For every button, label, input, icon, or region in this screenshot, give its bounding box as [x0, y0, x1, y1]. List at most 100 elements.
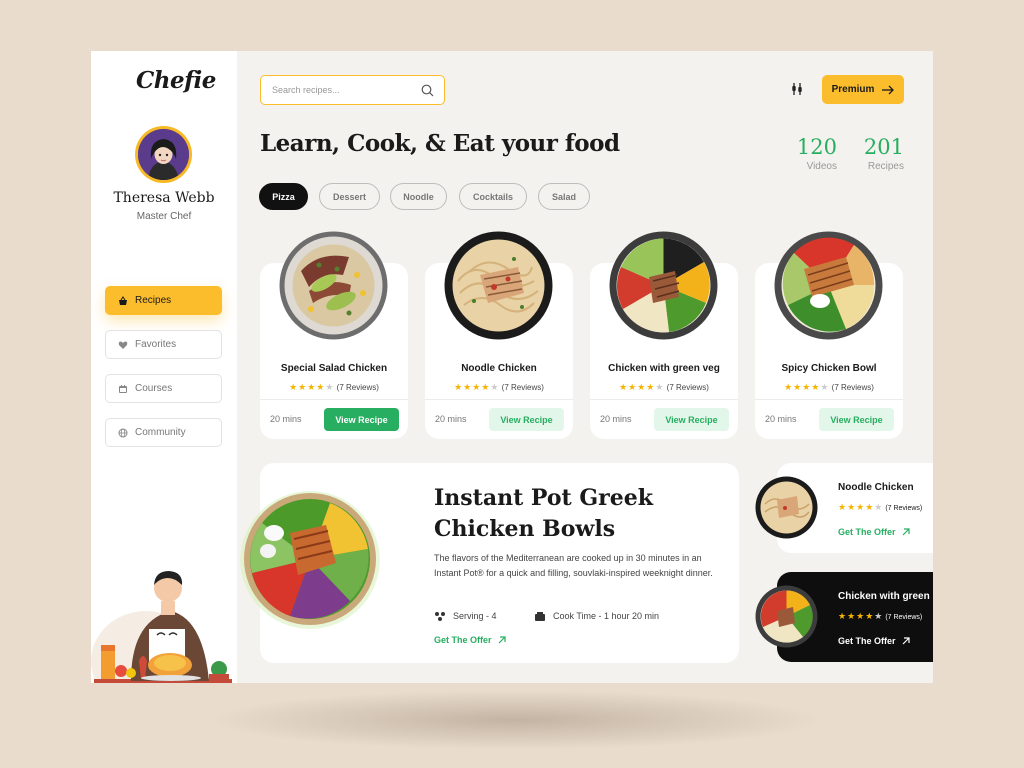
recipe-rating: ★★★★★ (7 Reviews) — [425, 382, 573, 393]
dish-image — [755, 585, 818, 648]
star-rating: ★★★★★ — [784, 382, 830, 392]
featured-recipe: Instant Pot Greek Chicken Bowls The flav… — [240, 463, 739, 663]
recipe-card[interactable]: Noodle Chicken ★★★★★ (7 Reviews) 20 mins… — [425, 231, 573, 439]
category-chip-dessert[interactable]: Dessert — [319, 183, 380, 210]
stat-label: Videos — [806, 161, 837, 172]
user-role: Master Chef — [136, 211, 192, 222]
cook-time-text: Cook Time - 1 hour 20 min — [553, 611, 660, 621]
review-count: (7 Reviews) — [831, 383, 874, 392]
stat-recipes: 201 Recipes — [856, 135, 904, 172]
divider — [590, 399, 738, 400]
offer-label: Get The Offer — [838, 636, 896, 646]
offer-label: Get The Offer — [434, 635, 492, 645]
offer-rating: ★★★★★ (7 Reviews) — [838, 502, 922, 513]
review-count: (7 Reviews) — [666, 383, 709, 392]
app-window: Chefie Theresa Webb Master Chef Recipes — [91, 51, 933, 683]
view-recipe-button[interactable]: View Recipe — [489, 408, 564, 431]
view-recipe-button[interactable]: View Recipe — [819, 408, 894, 431]
offer-label: Get The Offer — [838, 527, 896, 537]
sidebar-item-favorites[interactable]: Favorites — [105, 330, 222, 359]
offer-card[interactable]: Chicken with green ★★★★★ (7 Reviews) Get… — [755, 572, 933, 662]
arrow-up-right-icon — [498, 636, 506, 644]
offer-card[interactable]: Noodle Chicken ★★★★★ (7 Reviews) Get The… — [755, 463, 933, 553]
featured-description: The flavors of the Mediterranean are coo… — [434, 553, 713, 578]
search-input[interactable]: Search recipes... — [260, 75, 445, 105]
dish-image — [609, 231, 718, 340]
dish-image — [755, 476, 818, 539]
recipe-rating: ★★★★★ (7 Reviews) — [590, 382, 738, 393]
sidebar-item-label: Favorites — [135, 339, 177, 350]
arrow-right-icon — [882, 85, 895, 94]
calendar-icon — [119, 384, 127, 393]
category-chip-salad[interactable]: Salad — [538, 183, 590, 210]
recipe-time: 20 mins — [600, 414, 632, 424]
star-rating: ★★★★★ — [289, 382, 335, 392]
category-chip-cocktails[interactable]: Cocktails — [459, 183, 527, 210]
divider — [755, 399, 903, 400]
stat-videos: 120 Videos — [791, 135, 837, 172]
user-name: Theresa Webb — [113, 190, 215, 206]
drop-shadow — [205, 690, 825, 750]
offer-rating: ★★★★★ (7 Reviews) — [838, 611, 922, 622]
divider — [425, 399, 573, 400]
dish-image — [444, 231, 553, 340]
recipe-card[interactable]: Spicy Chicken Bowl ★★★★★ (7 Reviews) 20 … — [755, 231, 903, 439]
star-rating: ★★★★★ — [619, 382, 665, 392]
recipe-title: Special Salad Chicken — [280, 363, 388, 374]
search-icon[interactable] — [421, 84, 434, 97]
recipe-card[interactable]: Special Salad Chicken ★★★★★ (7 Reviews) … — [260, 231, 408, 439]
recipe-rating: ★★★★★ (7 Reviews) — [755, 382, 903, 393]
sidebar-item-recipes[interactable]: Recipes — [105, 286, 222, 315]
get-offer-link[interactable]: Get The Offer — [838, 636, 910, 646]
review-count: (7 Reviews) — [885, 614, 923, 621]
featured-title: Instant Pot Greek Chicken Bowls — [434, 485, 653, 542]
cook-time-info: Cook Time - 1 hour 20 min — [534, 610, 659, 622]
search-placeholder: Search recipes... — [272, 85, 340, 95]
recipe-time: 20 mins — [270, 414, 302, 424]
featured-dish-image — [240, 491, 380, 629]
page-title: Learn, Cook, & Eat your food — [260, 130, 620, 157]
heart-icon — [118, 341, 128, 349]
stat-value: 120 — [796, 135, 837, 159]
globe-icon — [118, 428, 128, 437]
filter-icon[interactable] — [790, 82, 804, 96]
sidebar-item-courses[interactable]: Courses — [105, 374, 222, 403]
offer-title: Chicken with green — [838, 591, 930, 602]
recipe-title: Chicken with green veg — [608, 363, 720, 374]
arrow-up-right-icon — [902, 528, 910, 536]
sidebar-item-label: Community — [135, 427, 186, 438]
recipe-rating: ★★★★★ (7 Reviews) — [260, 382, 408, 393]
star-rating: ★★★★★ — [454, 382, 500, 392]
sidebar: Chefie Theresa Webb Master Chef Recipes — [91, 51, 237, 683]
review-count: (7 Reviews) — [336, 383, 379, 392]
serving-text: Serving - 4 — [453, 611, 497, 621]
divider — [260, 399, 408, 400]
category-chip-noodle[interactable]: Noodle — [390, 183, 447, 210]
recipe-title: Noodle Chicken — [461, 363, 537, 374]
sidebar-item-community[interactable]: Community — [105, 418, 222, 447]
get-offer-link[interactable]: Get The Offer — [434, 635, 506, 645]
serving-info: Serving - 4 — [434, 610, 497, 622]
star-rating: ★★★★★ — [838, 502, 884, 512]
category-chip-pizza[interactable]: Pizza — [259, 183, 308, 210]
stat-value: 201 — [863, 135, 904, 159]
view-recipe-button[interactable]: View Recipe — [324, 408, 399, 431]
recipe-title: Spicy Chicken Bowl — [781, 363, 877, 374]
arrow-up-right-icon — [902, 637, 910, 645]
pot-icon — [535, 612, 545, 621]
dish-image — [774, 231, 883, 340]
people-icon — [435, 612, 445, 621]
premium-button[interactable]: Premium — [822, 75, 904, 104]
review-count: (7 Reviews) — [885, 505, 923, 512]
recipe-time: 20 mins — [435, 414, 467, 424]
star-rating: ★★★★★ — [838, 611, 884, 621]
basket-icon — [119, 295, 127, 305]
sidebar-item-label: Recipes — [135, 295, 172, 306]
avatar[interactable] — [135, 126, 192, 183]
get-offer-link[interactable]: Get The Offer — [838, 527, 910, 537]
chef-illustration — [91, 571, 232, 683]
recipe-card[interactable]: Chicken with green veg ★★★★★ (7 Reviews)… — [590, 231, 738, 439]
offer-title: Noodle Chicken — [838, 482, 914, 493]
app-logo[interactable]: Chefie — [136, 67, 216, 94]
view-recipe-button[interactable]: View Recipe — [654, 408, 729, 431]
